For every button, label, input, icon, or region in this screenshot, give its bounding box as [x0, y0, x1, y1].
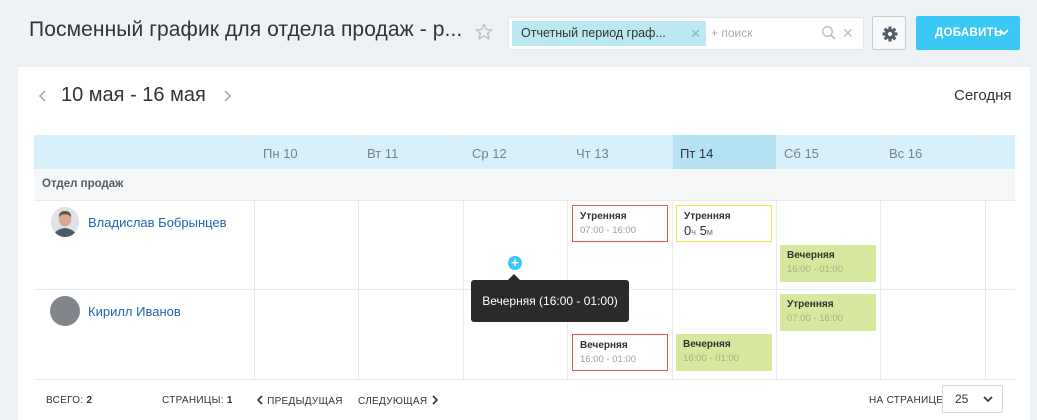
duration-minutes: 5 — [699, 223, 707, 238]
shift-card[interactable]: Вечерняя 16:00 - 01:00 — [780, 245, 876, 282]
chevron-down-icon — [999, 16, 1009, 64]
today-button[interactable]: Сегодня — [954, 87, 1012, 104]
day-header-mon: Пн 10 — [263, 146, 298, 161]
employee-name-link[interactable]: Кирилл Иванов — [88, 304, 181, 319]
per-page-label: НА СТРАНИЦЕ: — [869, 395, 947, 406]
chevron-right-icon — [431, 395, 438, 405]
shift-duration: 0ч 5м — [684, 223, 771, 238]
shift-card[interactable]: Утренняя 07:00 - 16:00 — [572, 205, 668, 242]
tooltip: Вечерняя (16:00 - 01:00) — [471, 274, 629, 322]
shift-title: Утренняя — [787, 299, 834, 310]
shift-card[interactable]: Утренняя 07:00 - 16:00 — [780, 294, 876, 331]
duration-hours-unit: ч — [691, 227, 696, 237]
total-label: ВСЕГО: — [46, 395, 84, 406]
plus-circle-icon[interactable]: + — [508, 256, 522, 270]
date-range: 10 мая - 16 мая — [61, 84, 206, 106]
add-button-label: ДОБАВИТЬ — [935, 27, 1003, 39]
star-icon[interactable] — [474, 22, 494, 42]
footer-divider — [34, 379, 1015, 380]
filter-tag[interactable]: Отчетный период граф... ✕ — [512, 21, 706, 46]
search-icon[interactable] — [821, 25, 837, 41]
shift-hours: 16:00 - 01:00 — [787, 264, 843, 275]
settings-button[interactable] — [872, 16, 906, 50]
chevron-left-icon — [256, 395, 263, 405]
row-divider — [34, 200, 1015, 201]
shift-hours: 07:00 - 16:00 — [580, 225, 636, 236]
shift-title: Вечерняя — [683, 339, 731, 350]
shift-title: Утренняя — [684, 211, 731, 222]
filter-tag-label: Отчетный период граф... — [521, 26, 666, 40]
day-header-thu: Чт 13 — [576, 146, 609, 161]
department-row — [34, 169, 1015, 200]
day-header-sun: Вс 16 — [889, 146, 923, 161]
next-page-link[interactable]: СЛЕДУЮЩАЯ — [358, 395, 439, 407]
remove-filter-icon[interactable]: ✕ — [690, 21, 701, 46]
pages-count: СТРАНИЦЫ: 1 — [162, 395, 233, 406]
shift-hours: 16:00 - 01:00 — [683, 353, 739, 364]
shift-card[interactable]: Утренняя 0ч 5м — [676, 205, 772, 242]
prev-page-label: ПРЕДЫДУЩАЯ — [267, 396, 343, 407]
shift-hours: 16:00 - 01:00 — [580, 354, 636, 365]
prev-page-link[interactable]: ПРЕДЫДУЩАЯ — [256, 395, 343, 407]
chevron-left-icon[interactable] — [38, 86, 48, 111]
page-title: Посменный график для отдела продаж - р..… — [29, 18, 463, 41]
pages-value: 1 — [226, 395, 233, 406]
per-page-value: 25 — [955, 392, 969, 406]
shift-hours: 07:00 - 16:00 — [787, 313, 843, 324]
avatar — [51, 207, 79, 237]
avatar — [50, 296, 80, 326]
total-value: 2 — [86, 395, 93, 406]
shift-title: Утренняя — [580, 211, 627, 222]
search-box[interactable]: Отчетный период граф... ✕ + поиск ✕ — [508, 17, 864, 50]
shift-title: Вечерняя — [787, 250, 835, 261]
day-header-wed: Ср 12 — [472, 146, 507, 161]
close-icon[interactable]: ✕ — [842, 25, 856, 41]
gear-icon — [882, 26, 898, 42]
search-input[interactable]: + поиск — [711, 26, 752, 40]
day-header-tue: Вт 11 — [367, 146, 399, 161]
chevron-right-icon[interactable] — [222, 86, 232, 111]
shift-card[interactable]: Вечерняя 16:00 - 01:00 — [572, 334, 668, 371]
pages-label: СТРАНИЦЫ: — [162, 395, 224, 406]
add-button[interactable]: ДОБАВИТЬ — [916, 16, 1020, 50]
chevron-down-icon — [983, 386, 993, 420]
per-page-select[interactable]: 25 — [942, 385, 1003, 413]
department-label: Отдел продаж — [42, 178, 124, 190]
next-page-label: СЛЕДУЮЩАЯ — [358, 396, 428, 407]
days-header-row — [34, 135, 1015, 169]
duration-minutes-unit: м — [706, 227, 713, 237]
day-header-sat: Сб 15 — [784, 146, 819, 161]
employee-name-link[interactable]: Владислав Бобрынцев — [88, 215, 227, 230]
total-count: ВСЕГО: 2 — [46, 395, 92, 406]
shift-card[interactable]: Вечерняя 16:00 - 01:00 — [676, 334, 772, 371]
shift-title: Вечерняя — [580, 340, 628, 351]
day-header-fri: Пт 14 — [680, 146, 714, 161]
